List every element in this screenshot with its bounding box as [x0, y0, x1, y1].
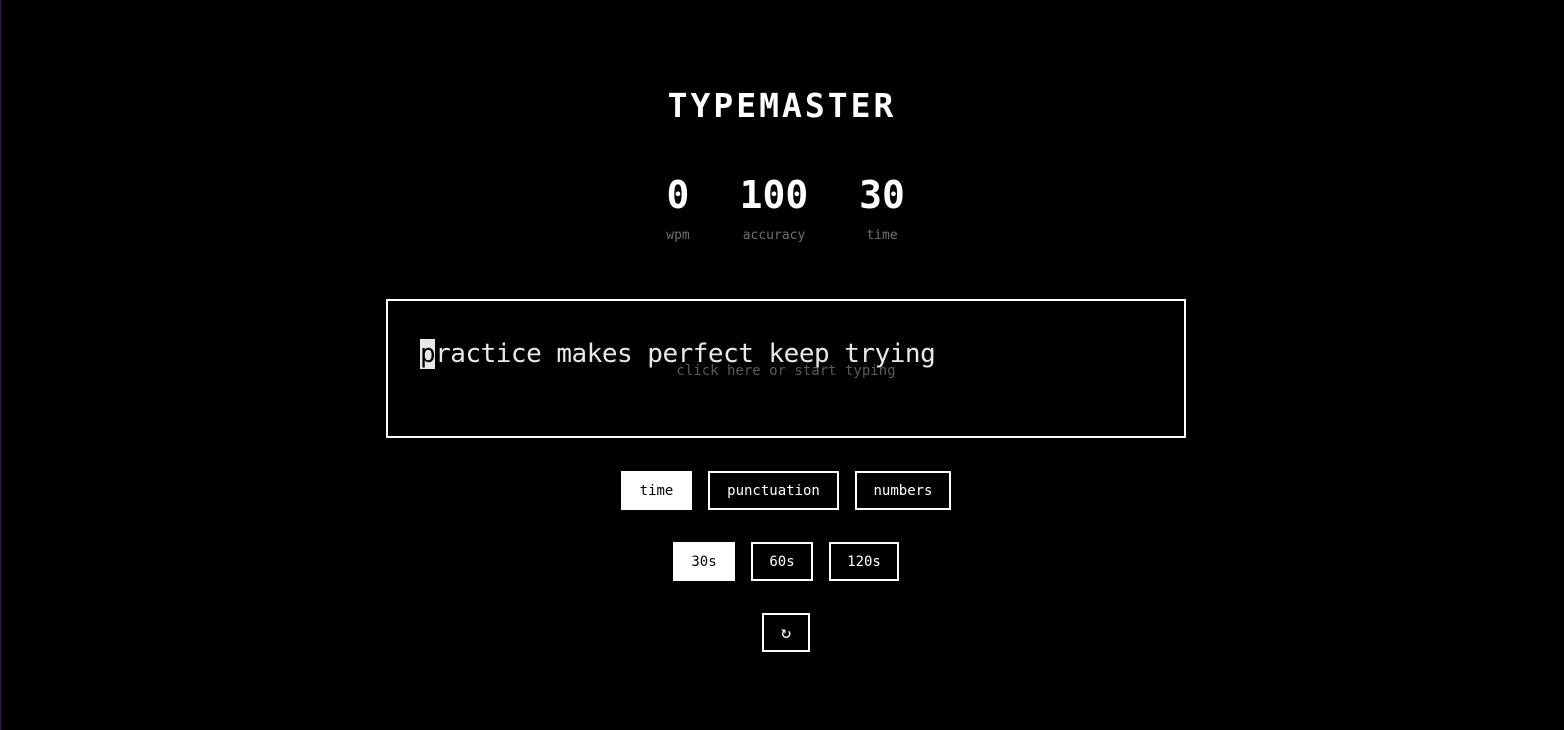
- typing-area[interactable]: practice makes perfect keep trying click…: [386, 299, 1186, 438]
- restart-icon: ↻: [780, 622, 792, 643]
- restart-button[interactable]: ↻: [762, 613, 810, 652]
- wpm-value: 0: [666, 173, 690, 217]
- mode-punctuation-button[interactable]: punctuation: [708, 471, 839, 510]
- wpm-label: wpm: [666, 228, 690, 243]
- time-value: 30: [859, 173, 905, 217]
- stat-accuracy: 100 accuracy: [729, 170, 819, 244]
- time-label: time: [866, 228, 898, 243]
- duration-60s-button[interactable]: 60s: [751, 542, 813, 581]
- duration-30s-button[interactable]: 30s: [673, 542, 735, 581]
- duration-120s-button[interactable]: 120s: [829, 542, 899, 581]
- typing-hint: click here or start typing: [676, 363, 896, 379]
- stat-time: 30 time: [847, 170, 917, 244]
- accuracy-label: accuracy: [742, 228, 806, 243]
- mode-time-button[interactable]: time: [621, 471, 692, 510]
- stat-wpm: 0 wpm: [648, 170, 708, 244]
- accuracy-value: 100: [739, 173, 809, 217]
- app-title: TYPEMASTER: [667, 86, 897, 125]
- mode-numbers-button[interactable]: numbers: [855, 471, 951, 510]
